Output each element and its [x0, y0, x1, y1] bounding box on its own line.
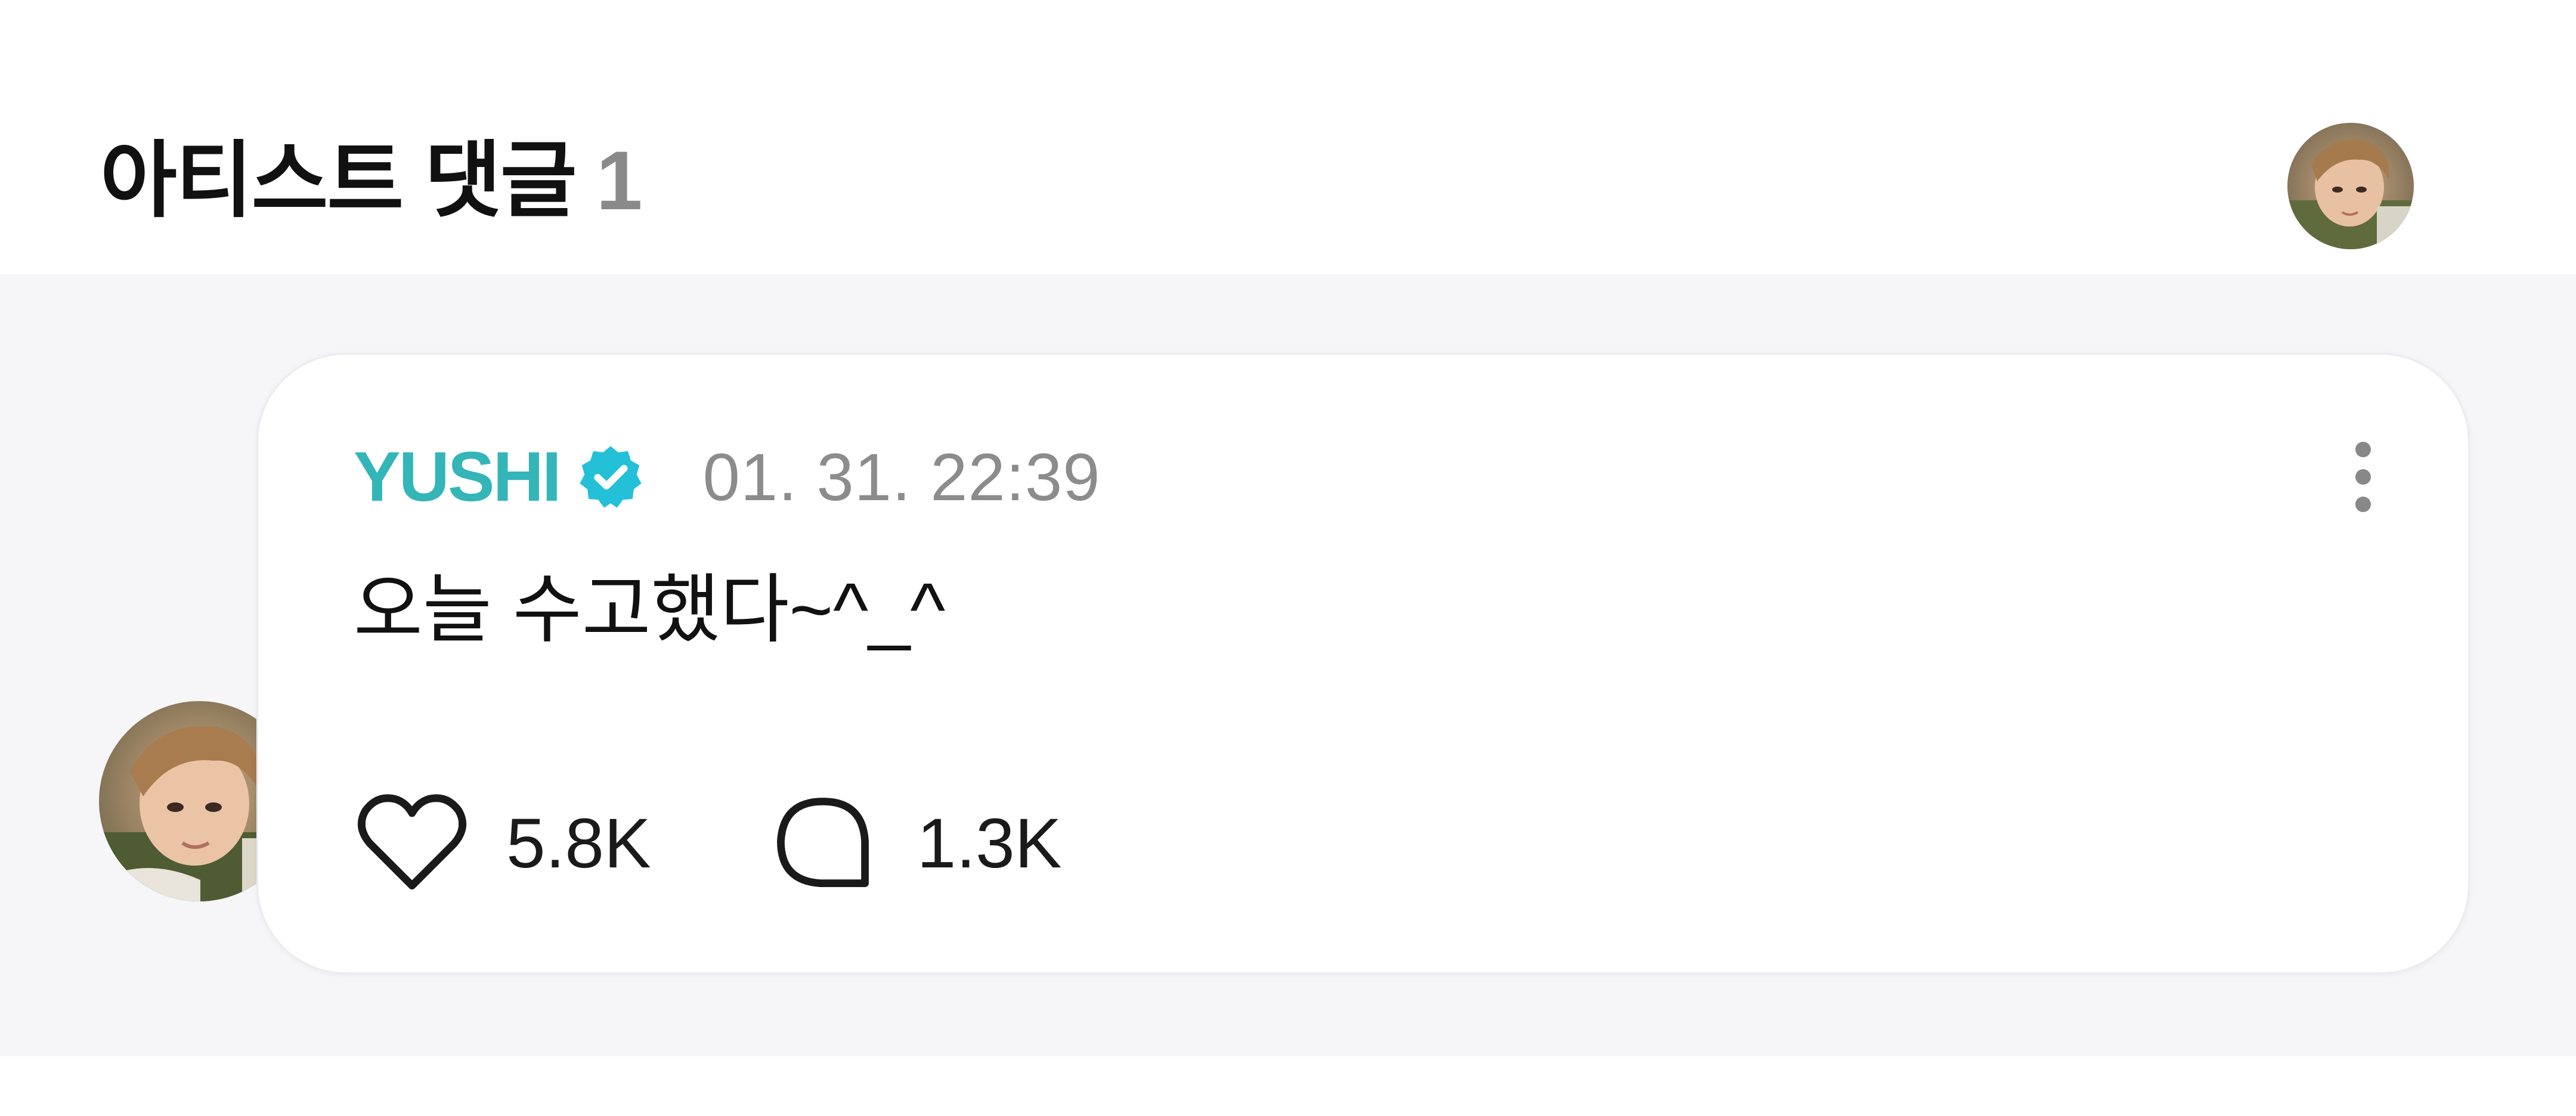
- like-button[interactable]: 5.8K: [354, 785, 651, 902]
- heart-icon: [354, 785, 470, 902]
- reply-count: 1.3K: [917, 804, 1062, 883]
- more-dot: [2355, 469, 2371, 485]
- reply-button[interactable]: 1.3K: [764, 785, 1062, 902]
- comment-bubble-icon: [764, 785, 881, 902]
- artist-avatar[interactable]: [2287, 123, 2414, 249]
- artist-comments-page: 아티스트 댓글 1 YUSHI 01. 31. 22:39 오늘 수고했다~^_…: [0, 0, 2576, 1116]
- avatar-image: [2287, 123, 2414, 249]
- section-title-label: 아티스트 댓글: [100, 134, 577, 227]
- comment-timestamp: 01. 31. 22:39: [702, 439, 1101, 514]
- more-options-button[interactable]: [2327, 432, 2399, 522]
- comment-actions: 5.8K 1.3K: [354, 784, 1062, 903]
- more-dot: [2355, 497, 2371, 512]
- section-title: 아티스트 댓글 1: [100, 130, 643, 231]
- verified-badge-icon: [575, 442, 646, 512]
- author-name[interactable]: YUSHI: [354, 436, 562, 517]
- comment-body: 오늘 수고했다~^_^: [354, 568, 946, 652]
- comments-section: YUSHI 01. 31. 22:39 오늘 수고했다~^_^ 5.8K 1.3…: [0, 274, 2576, 1056]
- comment-card: YUSHI 01. 31. 22:39 오늘 수고했다~^_^ 5.8K 1.3…: [256, 353, 2470, 974]
- more-dot: [2355, 442, 2371, 457]
- comment-meta: YUSHI 01. 31. 22:39: [354, 432, 1101, 522]
- header: 아티스트 댓글 1: [0, 0, 2576, 274]
- bottom-divider: [0, 1056, 2576, 1116]
- comment-count: 1: [596, 134, 643, 227]
- like-count: 5.8K: [506, 804, 651, 883]
